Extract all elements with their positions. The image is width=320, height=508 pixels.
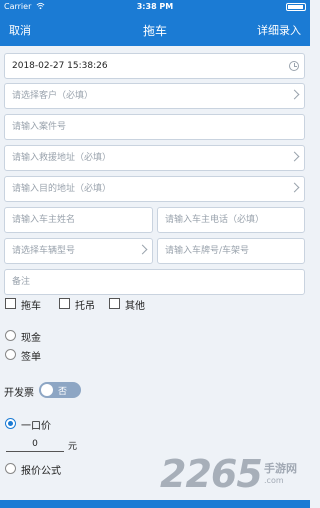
radio-label: 现金: [21, 333, 41, 344]
price-amount-input[interactable]: 0: [6, 438, 64, 452]
owner-name-input[interactable]: 请输入车主姓名: [4, 207, 153, 233]
chevron-right-icon: [289, 89, 300, 100]
customer-select[interactable]: 请选择客户（必填）: [4, 83, 305, 109]
chevron-right-icon: [289, 182, 300, 193]
checkbox-box[interactable]: [109, 298, 120, 309]
watermark-site: 手游网: [264, 462, 297, 475]
watermark-url: .com: [264, 476, 284, 485]
radio-button[interactable]: [5, 330, 16, 341]
radio-button[interactable]: [5, 463, 16, 474]
radio-button[interactable]: [5, 349, 16, 360]
datetime-field[interactable]: 2018-02-27 15:38:26: [4, 53, 305, 79]
bottom-button-edge[interactable]: [0, 500, 310, 508]
invoice-toggle[interactable]: 否: [39, 382, 81, 398]
owner-phone-placeholder: 请输入车主电话（必填）: [165, 215, 265, 225]
datetime-value: 2018-02-27 15:38:26: [12, 61, 108, 71]
case-number-placeholder: 请输入案件号: [12, 122, 67, 132]
status-bar: Carrier 3:38 PM: [0, 0, 310, 14]
remark-input[interactable]: 备注: [4, 269, 305, 295]
checkbox-label: 拖车: [21, 301, 41, 312]
price-unit: 元: [68, 442, 78, 452]
detail-entry-button[interactable]: 详细录入: [257, 22, 301, 38]
nav-bar: 取消 拖车 详细录入: [0, 14, 310, 46]
radio-label: 签单: [21, 352, 41, 363]
radio-label: 报价公式: [21, 466, 61, 477]
plate-number-input[interactable]: 请输入车牌号/车架号: [157, 238, 305, 264]
checkbox-box[interactable]: [5, 298, 16, 309]
chevron-right-icon: [137, 244, 148, 255]
status-time: 3:38 PM: [136, 2, 174, 11]
vehicle-model-placeholder: 请选择车辆型号: [12, 246, 76, 256]
plate-number-placeholder: 请输入车牌号/车架号: [165, 246, 250, 256]
watermark-number: 2265: [160, 452, 263, 496]
checkbox-label: 其他: [125, 301, 145, 312]
rescue-address-input[interactable]: 请输入救援地址（必填）: [4, 145, 305, 171]
checkbox-label: 托吊: [75, 301, 95, 312]
rescue-address-placeholder: 请输入救援地址（必填）: [12, 153, 112, 163]
checkbox-box[interactable]: [59, 298, 70, 309]
toggle-knob: [41, 384, 53, 396]
toggle-text: 否: [58, 387, 68, 397]
radio-label: 一口价: [21, 421, 51, 432]
case-number-input[interactable]: 请输入案件号: [4, 114, 305, 140]
watermark-logo: 2265 手游网 .com: [160, 452, 310, 496]
owner-phone-input[interactable]: 请输入车主电话（必填）: [157, 207, 305, 233]
invoice-label: 开发票: [4, 388, 34, 399]
clock-icon: [289, 61, 299, 71]
radio-button-selected[interactable]: [5, 418, 16, 429]
destination-address-placeholder: 请输入目的地址（必填）: [12, 184, 112, 194]
chevron-right-icon: [289, 151, 300, 162]
customer-placeholder: 请选择客户（必填）: [12, 91, 94, 101]
owner-name-placeholder: 请输入车主姓名: [12, 215, 76, 225]
vehicle-model-select[interactable]: 请选择车辆型号: [4, 238, 153, 264]
remark-placeholder: 备注: [12, 277, 31, 287]
destination-address-input[interactable]: 请输入目的地址（必填）: [4, 176, 305, 202]
battery-icon: [286, 3, 306, 11]
